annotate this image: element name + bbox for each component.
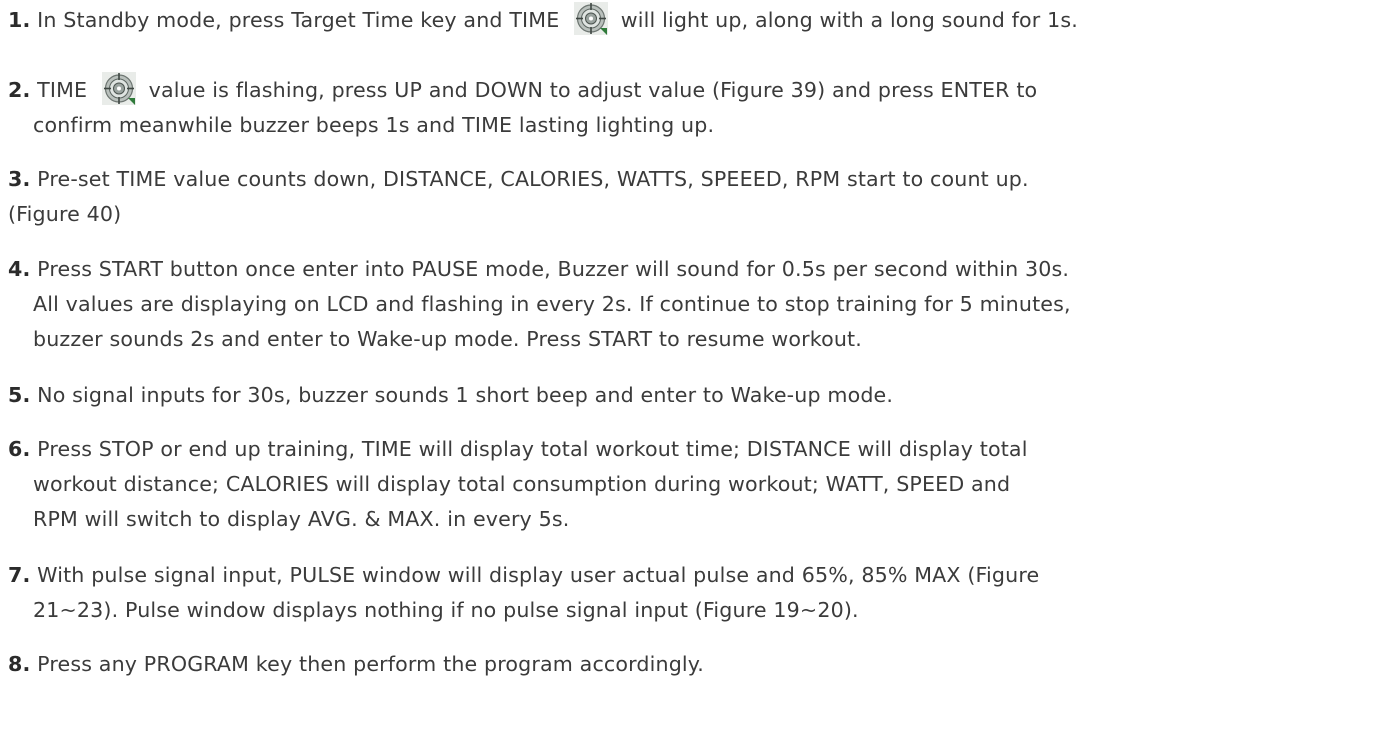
step-number: 2.: [8, 78, 31, 102]
step-line: 2. TIME value is flashing, press UP and …: [8, 72, 1378, 108]
step-number: 1.: [8, 8, 31, 32]
target-time-icon: [101, 72, 136, 105]
step-text: will light up, along with a long sound f…: [620, 8, 1078, 32]
step-line: 8. Press any PROGRAM key then perform th…: [8, 647, 1378, 682]
step-line: (Figure 40): [8, 202, 122, 226]
step-line: 3. Pre-set TIME value counts down, DISTA…: [8, 162, 1378, 197]
step-number: 5.: [8, 383, 31, 407]
step-7: 7. With pulse signal input, PULSE window…: [8, 558, 1378, 628]
step-1: 1. In Standby mode, press Target Time ke…: [8, 2, 1378, 38]
step-line: All values are displaying on LCD and fla…: [33, 292, 1071, 316]
step-text: Press any PROGRAM key then perform the p…: [37, 652, 704, 676]
step-line: 1. In Standby mode, press Target Time ke…: [8, 2, 1378, 38]
step-text: With pulse signal input, PULSE window wi…: [37, 563, 1040, 587]
step-5: 5. No signal inputs for 30s, buzzer soun…: [8, 378, 1378, 413]
step-line: 5. No signal inputs for 30s, buzzer soun…: [8, 378, 1378, 413]
step-text: In Standby mode, press Target Time key a…: [37, 8, 560, 32]
step-line: 21~23). Pulse window displays nothing if…: [33, 598, 859, 622]
step-text: value is flashing, press UP and DOWN to …: [148, 78, 1038, 102]
step-number: 7.: [8, 563, 31, 587]
step-3: 3. Pre-set TIME value counts down, DISTA…: [8, 162, 1378, 232]
step-number: 4.: [8, 257, 31, 281]
step-2: 2. TIME value is flashing, press UP and …: [8, 72, 1378, 143]
step-line: confirm meanwhile buzzer beeps 1s and TI…: [33, 113, 715, 137]
target-time-icon: [574, 2, 609, 35]
step-line: 4. Press START button once enter into PA…: [8, 252, 1378, 287]
step-text: Press STOP or end up training, TIME will…: [37, 437, 1028, 461]
step-text: Pre-set TIME value counts down, DISTANCE…: [37, 167, 1029, 191]
step-8: 8. Press any PROGRAM key then perform th…: [8, 647, 1378, 682]
step-number: 8.: [8, 652, 31, 676]
step-line: RPM will switch to display AVG. & MAX. i…: [33, 507, 570, 531]
step-line: 6. Press STOP or end up training, TIME w…: [8, 432, 1378, 467]
step-line: buzzer sounds 2s and enter to Wake-up mo…: [33, 327, 862, 351]
step-4: 4. Press START button once enter into PA…: [8, 252, 1378, 357]
step-text: Press START button once enter into PAUSE…: [37, 257, 1070, 281]
step-text: No signal inputs for 30s, buzzer sounds …: [37, 383, 894, 407]
step-number: 6.: [8, 437, 31, 461]
step-text: TIME: [37, 78, 88, 102]
step-6: 6. Press STOP or end up training, TIME w…: [8, 432, 1378, 537]
step-number: 3.: [8, 167, 31, 191]
step-line: workout distance; CALORIES will display …: [33, 472, 1011, 496]
step-line: 7. With pulse signal input, PULSE window…: [8, 558, 1378, 593]
